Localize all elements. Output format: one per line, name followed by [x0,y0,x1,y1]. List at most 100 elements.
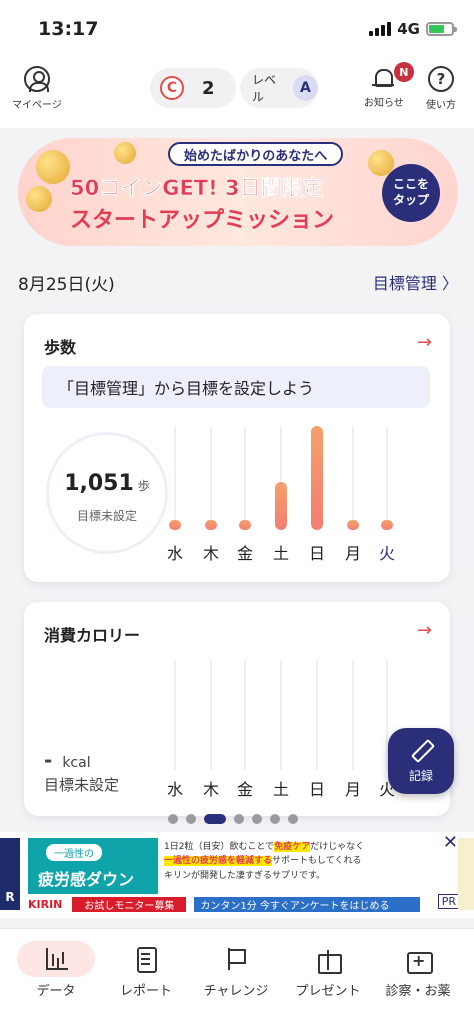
calorie-day-label: 金 [236,780,253,799]
notice-badge: N [393,62,414,82]
ad-copy-1a: 1日2粒（目安）飲むことで [164,842,275,852]
startup-mission-banner[interactable]: 始めたばかりのあなたへ 50コインGET! 3日間限定 スタートアップミッション… [18,138,458,246]
document-icon [133,946,159,973]
calorie-arrow-icon[interactable]: → [417,620,432,641]
calorie-bar-track [280,660,282,770]
page-dot[interactable] [168,814,178,824]
ad-copy-3: キリンが開発した凄すぎるサプリです。 [164,870,326,881]
calorie-card[interactable]: 消費カロリー → - kcal 目標未設定 水木金土日月火 [24,602,450,816]
date-row: 8月25日(火) 目標管理 〉 [18,270,458,295]
page-dot[interactable] [186,814,196,824]
ad-copy-2b: サポートもしてくれる [272,856,362,867]
page-dot[interactable] [270,814,280,824]
battery-icon [426,22,457,36]
network-label: 4G [397,20,420,38]
notice-label: お知らせ [364,98,404,109]
steps-arrow-icon[interactable]: → [417,332,432,353]
steps-day-label: 日 [308,544,325,563]
calorie-bar-track [316,660,318,770]
steps-bar[interactable] [347,520,359,530]
ad-prev-edge: R [0,838,20,910]
steps-title: 歩数 [44,338,77,357]
ad-content[interactable]: 一過性の 疲労感ダウン 1日2粒（目安）飲むことで免疫ケアだけじゃなく 一過性の… [28,838,420,912]
current-date: 8月25日(火) [18,275,115,295]
calorie-day-label: 月 [344,780,361,799]
ad-copy-1b: だけじゃなく [310,842,365,852]
steps-bar[interactable] [169,520,181,530]
ad-copy-2hl: 一過性の疲労感を軽減する [164,856,273,867]
steps-day-label: 木 [202,544,219,563]
coin-count: 2 [202,77,215,99]
steps-bar[interactable] [381,520,393,530]
calorie-title: 消費カロリー [44,626,141,645]
user-icon [23,66,50,92]
tab-data[interactable]: データ [8,935,104,999]
banner-headline: 50コインGET! 3日間限定 [70,176,324,201]
help-button[interactable]: ? 使い方 [426,66,456,111]
steps-unit: 歩 [137,479,150,493]
bar-chart-icon [43,946,69,972]
tab-label: データ [36,984,76,999]
calorie-value-line: - kcal [44,748,91,772]
bottom-tab-bar: データ レポート チャレンジ プレゼント 診察・お薬 [0,928,474,1024]
help-icon: ? [428,66,454,92]
steps-bar[interactable] [275,481,287,530]
coin-decoration [26,186,52,212]
gift-icon [315,946,342,974]
coin-decoration [36,150,70,184]
steps-day-label: 火 [378,544,395,563]
tab-present[interactable]: プレゼント [280,935,376,999]
calorie-bar-track [174,660,176,770]
calorie-unit: kcal [62,755,91,771]
help-label: 使い方 [426,100,456,111]
signal-icon [369,22,392,36]
tap-line1: ここを [392,177,429,192]
ad-tag: 一過性の [46,844,102,861]
goal-management-link[interactable]: 目標管理 〉 [373,270,458,294]
tab-report[interactable]: レポート [98,935,194,999]
steps-bar[interactable] [205,520,217,530]
ad-monitor-label: お試しモニター募集 [72,896,187,912]
ad-left-panel: 一過性の 疲労感ダウン [28,838,158,894]
page-dot-active[interactable] [204,814,226,824]
steps-bar[interactable] [311,426,323,530]
steps-goal-status: 目標未設定 [76,509,137,523]
bell-icon: N [371,62,414,90]
tab-label: レポート [119,984,172,999]
calorie-day-label: 水 [166,780,183,799]
page-dot[interactable] [234,814,244,824]
page-dot[interactable] [288,814,298,824]
steps-bar[interactable] [239,520,251,530]
flag-icon [223,946,249,972]
mypage-button[interactable]: マイページ [12,66,62,111]
page-dot[interactable] [252,814,262,824]
app-header: マイページ C 2 レベル A N お知らせ ? 使い方 [0,58,474,128]
tab-challenge[interactable]: チャレンジ [188,935,284,999]
steps-bar-track [244,426,246,530]
status-bar: 13:17 4G [0,0,474,58]
ad-survey-label: カンタン1分 今すぐアンケートをはじめる [194,896,420,912]
ad-close-icon[interactable]: ✕ [443,832,458,853]
record-button[interactable]: 記録 [388,728,454,794]
steps-card[interactable]: 歩数 → 「目標管理」から目標を設定しよう 1,051 歩 目標未設定 水木金土日… [24,314,450,582]
coin-pill[interactable]: C 2 [150,68,236,108]
calorie-day-label: 土 [272,780,289,799]
calorie-goal-status: 目標未設定 [44,776,120,794]
steps-day-label: 金 [236,544,253,563]
level-pill[interactable]: レベル A [240,68,318,108]
steps-bar-track [174,426,176,530]
level-label: レベル [252,73,277,104]
pencil-icon [410,739,432,761]
goal-prompt[interactable]: 「目標管理」から目標を設定しよう [42,366,430,408]
ad-copy: 1日2粒（目安）飲むことで免疫ケアだけじゃなく 一過性の疲労感を軽減するサポート… [164,840,414,883]
ad-banner[interactable]: R 一過性の 疲労感ダウン 1日2粒（目安）飲むことで免疫ケアだけじゃなく 一過… [0,832,474,918]
banner-tap-button[interactable]: ここを タップ [382,164,440,222]
notice-button[interactable]: N お知らせ [364,62,414,109]
ad-brand: KIRIN [28,897,63,911]
coin-decoration [114,142,136,164]
tab-medical[interactable]: 診察・お薬 [370,935,466,999]
banner-subheadline: スタートアップミッション [70,208,335,233]
level-badge: A [292,75,318,101]
mypage-label: マイページ [12,100,62,111]
ad-next-edge [458,838,474,910]
